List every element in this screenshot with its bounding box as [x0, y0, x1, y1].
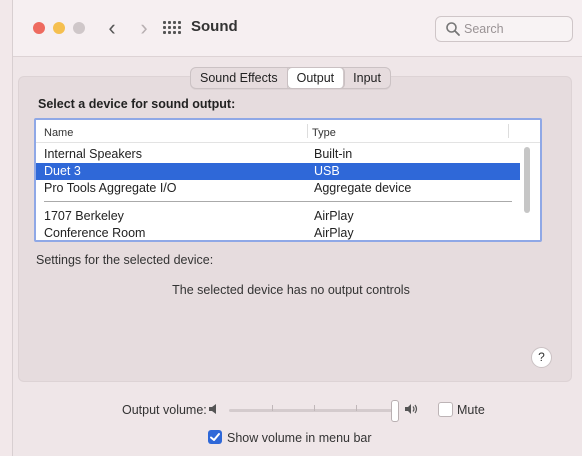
- tab-input[interactable]: Input: [344, 68, 390, 88]
- device-row[interactable]: Conference Room AirPlay: [36, 225, 520, 240]
- list-separator: [44, 201, 512, 202]
- search-field[interactable]: Search: [435, 16, 573, 42]
- device-type: AirPlay: [314, 226, 354, 240]
- device-name: Pro Tools Aggregate I/O: [44, 181, 177, 195]
- speaker-low-icon: [209, 404, 216, 414]
- device-name: Internal Speakers: [44, 147, 142, 161]
- window-title: Sound: [191, 18, 238, 35]
- device-list[interactable]: Name Type Internal Speakers Built-in Due…: [34, 118, 542, 242]
- no-controls-message: The selected device has no output contro…: [172, 283, 410, 297]
- device-row-selected[interactable]: Duet 3 USB: [36, 163, 520, 180]
- tab-sound-effects[interactable]: Sound Effects: [191, 68, 288, 88]
- mute-checkbox[interactable]: [438, 402, 453, 417]
- column-header-type[interactable]: Type: [312, 127, 336, 139]
- device-row[interactable]: 1707 Berkeley AirPlay: [36, 208, 520, 225]
- output-volume-label: Output volume:: [122, 403, 207, 417]
- slider-tick: [272, 405, 273, 411]
- settings-label: Settings for the selected device:: [36, 253, 214, 267]
- device-list-header: Name Type: [36, 120, 540, 143]
- checkmark-icon: [210, 433, 220, 441]
- chevron-left-icon[interactable]: ‹: [101, 15, 123, 41]
- vertical-scrollbar[interactable]: [524, 147, 530, 213]
- slider-tick: [356, 405, 357, 411]
- tab-output[interactable]: Output: [287, 68, 345, 88]
- device-name: Conference Room: [44, 226, 146, 240]
- volume-slider-knob[interactable]: [391, 400, 399, 422]
- mute-label: Mute: [457, 403, 485, 417]
- device-type: Built-in: [314, 147, 353, 161]
- close-button[interactable]: [33, 22, 45, 34]
- zoom-button[interactable]: [73, 22, 85, 34]
- title-bar: ‹ › Sound Search: [13, 0, 582, 57]
- help-button[interactable]: ?: [531, 347, 552, 368]
- speaker-high-icon: [405, 404, 418, 414]
- device-name: 1707 Berkeley: [44, 209, 124, 223]
- column-divider: [508, 124, 509, 138]
- device-type: USB: [314, 164, 340, 178]
- device-type: Aggregate device: [314, 181, 412, 195]
- device-row[interactable]: Pro Tools Aggregate I/O Aggregate device: [36, 180, 520, 197]
- segmented-tabs: Sound Effects Output Input: [190, 67, 391, 89]
- device-name: Duet 3: [44, 164, 81, 178]
- show-in-menu-bar-label: Show volume in menu bar: [227, 431, 372, 445]
- search-placeholder: Search: [464, 22, 504, 36]
- slider-tick: [314, 405, 315, 411]
- chevron-right-icon[interactable]: ›: [133, 15, 155, 41]
- device-row[interactable]: Internal Speakers Built-in: [36, 146, 520, 163]
- column-divider: [307, 124, 308, 138]
- device-list-heading: Select a device for sound output:: [38, 97, 236, 111]
- show-in-menu-bar-checkbox[interactable]: [208, 430, 222, 444]
- grid-icon[interactable]: [163, 21, 181, 35]
- device-type: AirPlay: [314, 209, 354, 223]
- minimize-button[interactable]: [53, 22, 65, 34]
- search-icon: [446, 22, 460, 36]
- column-header-name[interactable]: Name: [44, 127, 73, 139]
